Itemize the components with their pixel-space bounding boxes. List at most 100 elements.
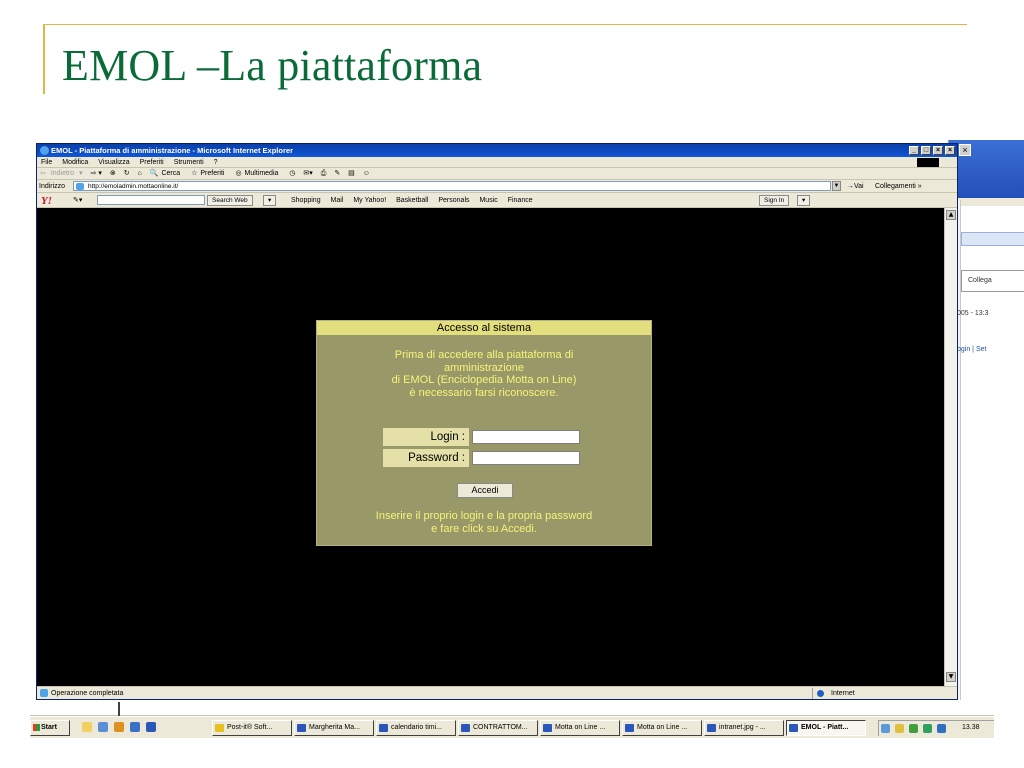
chevron-down-icon[interactable]: ▼ <box>832 181 841 191</box>
search-web-button[interactable]: Search Web <box>207 195 253 206</box>
search-button[interactable]: 🔍 Cerca <box>150 170 183 177</box>
intro-line: è necessario farsi riconoscere. <box>409 386 559 399</box>
image-icon <box>707 724 716 732</box>
word-icon <box>461 724 470 732</box>
address-bar: Indirizzo http://emoladmin.mottaonline.i… <box>37 180 957 193</box>
scroll-up-icon[interactable]: ▲ <box>946 210 956 220</box>
yahoo-links: Shopping Mail My Yahoo! Basketball Perso… <box>287 193 537 208</box>
accedi-button[interactable]: Accedi <box>457 483 513 498</box>
yahoo-link-finance[interactable]: Finance <box>508 197 533 204</box>
intro-line: amministrazione <box>443 361 525 374</box>
page-icon <box>76 183 84 190</box>
chevron-down-icon[interactable]: ▾ <box>797 195 811 206</box>
close-icon[interactable]: × <box>959 144 971 156</box>
task-label: Post-it® Soft... <box>227 724 273 731</box>
update-icon[interactable] <box>908 724 918 733</box>
password-label: Password : <box>383 449 469 467</box>
messenger-icon[interactable]: ☺ <box>363 170 370 177</box>
address-label: Indirizzo <box>39 183 66 190</box>
yahoo-logo[interactable]: Y! <box>41 194 52 209</box>
maximize-icon[interactable]: □ <box>921 146 931 155</box>
favorites-button[interactable]: ☆ Preferiti <box>191 170 227 177</box>
windows-logo-icon <box>917 158 939 167</box>
yahoo-link-music[interactable]: Music <box>479 197 497 204</box>
messenger-icon[interactable] <box>936 724 946 733</box>
refresh-icon[interactable]: ↻ <box>124 170 130 177</box>
scroll-down-icon[interactable]: ▼ <box>946 672 956 682</box>
login-panel: Accesso al sistema Prima di accedere all… <box>316 320 652 546</box>
yahoo-link-my-yahoo[interactable]: My Yahoo! <box>353 197 386 204</box>
login-header: Accesso al sistema <box>317 321 651 335</box>
background-links-label[interactable]: Collega <box>961 270 1024 292</box>
pencil-icon[interactable]: ✎▾ <box>73 193 82 208</box>
home-icon[interactable]: ⌂ <box>138 170 142 177</box>
address-input[interactable]: http://emoladmin.mottaonline.it/ <box>73 181 831 191</box>
taskbar-splitter[interactable] <box>118 702 120 716</box>
yahoo-link-shopping[interactable]: Shopping <box>291 197 321 204</box>
sign-in-button[interactable]: Sign In <box>759 195 790 206</box>
background-login-link[interactable]: ogin | Set <box>957 346 986 353</box>
menu-visualizza[interactable]: Visualizza <box>98 159 129 166</box>
back-button[interactable]: ⇦ Indietro ▾ <box>40 170 83 177</box>
chevron-down-icon[interactable]: ▾ <box>263 195 277 206</box>
close-icon[interactable]: × <box>933 146 943 155</box>
task-label: calendario timi... <box>391 724 442 731</box>
forward-icon[interactable]: ⇨ ▾ <box>91 170 102 177</box>
background-window-titlebar: × <box>949 140 1024 198</box>
yahoo-link-basketball[interactable]: Basketball <box>396 197 428 204</box>
print-icon[interactable]: ⎙ <box>321 170 327 177</box>
task-button[interactable]: Post-it® Soft... <box>212 720 292 736</box>
minimize-icon[interactable]: _ <box>909 146 919 155</box>
back-label: Indietro <box>50 170 75 177</box>
ie-icon[interactable] <box>145 722 156 732</box>
multimedia-button[interactable]: ◎ Multimedia <box>235 170 281 177</box>
task-button[interactable]: calendario timi... <box>376 720 456 736</box>
login-instructions: Inserire il proprio login e la propria p… <box>337 510 631 535</box>
ie-icon <box>789 724 798 732</box>
slide-top-rule <box>43 24 967 25</box>
go-button[interactable]: →Vai <box>847 180 864 193</box>
task-button[interactable]: Margherita Ma... <box>294 720 374 736</box>
word-icon <box>379 724 388 732</box>
stop-icon[interactable]: ⊗ <box>110 170 116 177</box>
network-icon[interactable] <box>881 724 890 733</box>
close-icon[interactable]: × <box>945 146 955 155</box>
history-icon[interactable]: ◷ <box>289 170 295 177</box>
task-button[interactable]: Motta on Line ... <box>622 720 702 736</box>
discuss-icon[interactable]: ▤ <box>348 170 355 177</box>
start-button[interactable]: Start <box>30 720 70 736</box>
edit-icon[interactable]: ✎ <box>334 170 340 177</box>
yahoo-link-mail[interactable]: Mail <box>331 197 344 204</box>
instruction-line: e fare click su Accedi. <box>431 522 537 535</box>
mail-icon[interactable]: ✉▾ <box>303 170 312 177</box>
password-input[interactable] <box>472 451 580 465</box>
menu-file[interactable]: File <box>41 159 52 166</box>
menu-modifica[interactable]: Modifica <box>62 159 88 166</box>
task-button[interactable]: intranet.jpg - ... <box>704 720 784 736</box>
task-button-active[interactable]: EMOL - Piatt... <box>786 720 866 736</box>
post-it-icon <box>215 724 224 732</box>
yahoo-search-input[interactable] <box>97 195 205 205</box>
address-value: http://emoladmin.mottaonline.it/ <box>88 183 179 190</box>
folder-icon[interactable] <box>82 722 92 732</box>
login-input[interactable] <box>472 430 580 444</box>
antivirus-icon[interactable] <box>922 724 932 733</box>
vertical-scrollbar[interactable]: ▲ ▼ <box>944 208 957 686</box>
menu-bar: File Modifica Visualizza Preferiti Strum… <box>37 157 957 168</box>
media-player-icon[interactable] <box>113 722 124 732</box>
background-window-tab[interactable] <box>961 232 1024 246</box>
menu-preferiti[interactable]: Preferiti <box>140 159 164 166</box>
links-button[interactable]: Collegamenti » <box>875 180 922 193</box>
menu-help[interactable]: ? <box>214 159 218 166</box>
search-label: Cerca <box>161 170 181 177</box>
task-button[interactable]: CONTRATTOM... <box>458 720 538 736</box>
windows-flag-icon <box>33 724 40 731</box>
standard-toolbar: ⇦ Indietro ▾ ⇨ ▾ ⊗ ↻ ⌂ 🔍 Cerca ☆ Preferiti… <box>37 168 957 180</box>
zone-label: Internet <box>831 690 855 697</box>
task-button[interactable]: Motta on Line ... <box>540 720 620 736</box>
security-icon[interactable] <box>894 724 904 733</box>
menu-strumenti[interactable]: Strumenti <box>174 159 204 166</box>
yahoo-link-personals[interactable]: Personals <box>438 197 469 204</box>
desktop-icon[interactable] <box>97 722 108 732</box>
outlook-icon[interactable] <box>129 722 140 732</box>
